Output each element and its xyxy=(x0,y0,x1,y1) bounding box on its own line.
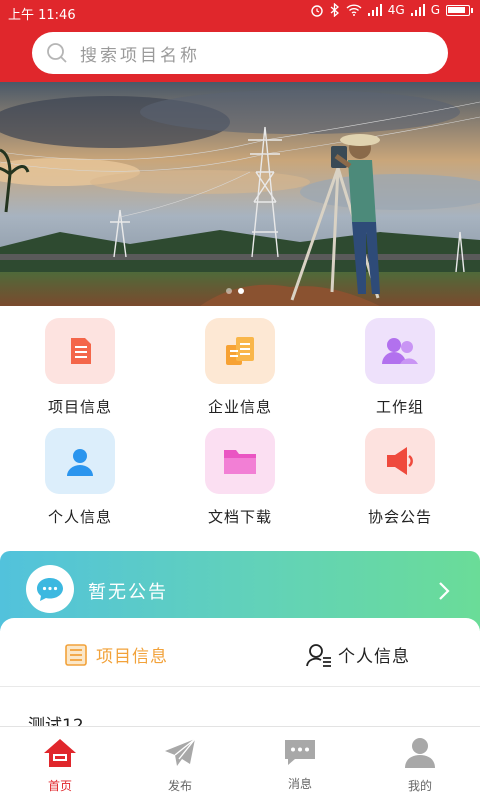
list-item[interactable]: 测试12 xyxy=(28,716,84,726)
banner-carousel[interactable] xyxy=(0,82,480,306)
grid-item-label: 企业信息 xyxy=(207,398,272,416)
tab-label: 个人信息 xyxy=(338,647,410,667)
header: 上午 11:46 4G G 搜索项目名称 xyxy=(0,0,480,82)
divider xyxy=(0,686,480,687)
list-doc-icon xyxy=(65,643,87,666)
grid-item-label: 协会公告 xyxy=(367,508,432,526)
wifi-icon xyxy=(346,4,362,16)
signal-icon xyxy=(367,4,382,16)
tab-panel: 项目信息 个人信息 测试12 xyxy=(0,618,480,728)
grid-item-project-info[interactable]: 项目信息 xyxy=(0,318,160,417)
notice-text: 暂无公告 xyxy=(88,582,168,603)
feature-grid: 项目信息 企业信息 工作组 个人信息 文档下载 协会公告 xyxy=(0,306,480,546)
grid-item-label: 文档下载 xyxy=(207,508,272,526)
network-type: 4G xyxy=(387,3,405,17)
grid-item-personal-info[interactable]: 个人信息 xyxy=(0,428,160,527)
tab-project-info[interactable]: 项目信息 xyxy=(64,642,168,667)
nav-messages[interactable]: 消息 xyxy=(260,737,340,792)
person-list-icon xyxy=(306,643,331,667)
chat-bubble-icon xyxy=(26,565,74,613)
group-icon xyxy=(365,318,435,384)
person-icon xyxy=(45,428,115,494)
carousel-indicator xyxy=(226,288,244,294)
nav-label: 我的 xyxy=(407,779,432,793)
nav-mine[interactable]: 我的 xyxy=(380,737,460,794)
nav-label: 消息 xyxy=(287,777,312,791)
speaker-icon xyxy=(365,428,435,494)
carousel-dot[interactable] xyxy=(238,288,244,294)
nav-label: 发布 xyxy=(167,779,192,793)
search-icon xyxy=(47,43,67,63)
grid-item-label: 项目信息 xyxy=(47,398,112,416)
status-time: 上午 11:46 xyxy=(8,8,76,23)
status-bar: 上午 11:46 4G G xyxy=(0,0,480,24)
carousel-dot[interactable] xyxy=(226,288,232,294)
message-icon xyxy=(285,740,315,765)
grid-item-label: 工作组 xyxy=(375,398,424,416)
tab-personal-info[interactable]: 个人信息 xyxy=(306,642,410,667)
bluetooth-icon xyxy=(330,3,339,17)
battery-level xyxy=(448,6,465,13)
chevron-right-icon[interactable] xyxy=(438,581,450,601)
home-screen: 上午 11:46 4G G 搜索项目名称 项目信息 企业信息 工作组 个人信息 … xyxy=(0,0,480,800)
grid-item-work-group[interactable]: 工作组 xyxy=(320,318,480,417)
surveyor-with-theodolite-photo xyxy=(0,82,480,306)
search-bar[interactable]: 搜索项目名称 xyxy=(32,32,448,74)
nav-home[interactable]: 首页 xyxy=(20,737,100,794)
documents-stack-icon xyxy=(205,318,275,384)
grid-item-company-info[interactable]: 企业信息 xyxy=(160,318,320,417)
search-input[interactable]: 搜索项目名称 xyxy=(80,41,200,66)
bottom-nav: 首页 发布 消息 我的 xyxy=(0,726,480,800)
status-icons: 4G G xyxy=(310,3,473,17)
profile-icon xyxy=(405,738,435,768)
network-type-secondary: G xyxy=(430,3,440,17)
document-icon xyxy=(45,318,115,384)
grid-item-association-notice[interactable]: 协会公告 xyxy=(320,428,480,527)
tab-label: 项目信息 xyxy=(96,647,168,667)
alarm-icon xyxy=(311,5,323,17)
nav-publish[interactable]: 发布 xyxy=(140,737,220,794)
folder-icon xyxy=(205,428,275,494)
nav-label: 首页 xyxy=(47,779,72,793)
signal-icon xyxy=(410,4,425,16)
grid-item-doc-download[interactable]: 文档下载 xyxy=(160,428,320,527)
paper-plane-icon xyxy=(165,738,196,766)
battery-icon xyxy=(446,4,473,16)
home-icon xyxy=(44,739,76,767)
grid-item-label: 个人信息 xyxy=(47,508,112,526)
